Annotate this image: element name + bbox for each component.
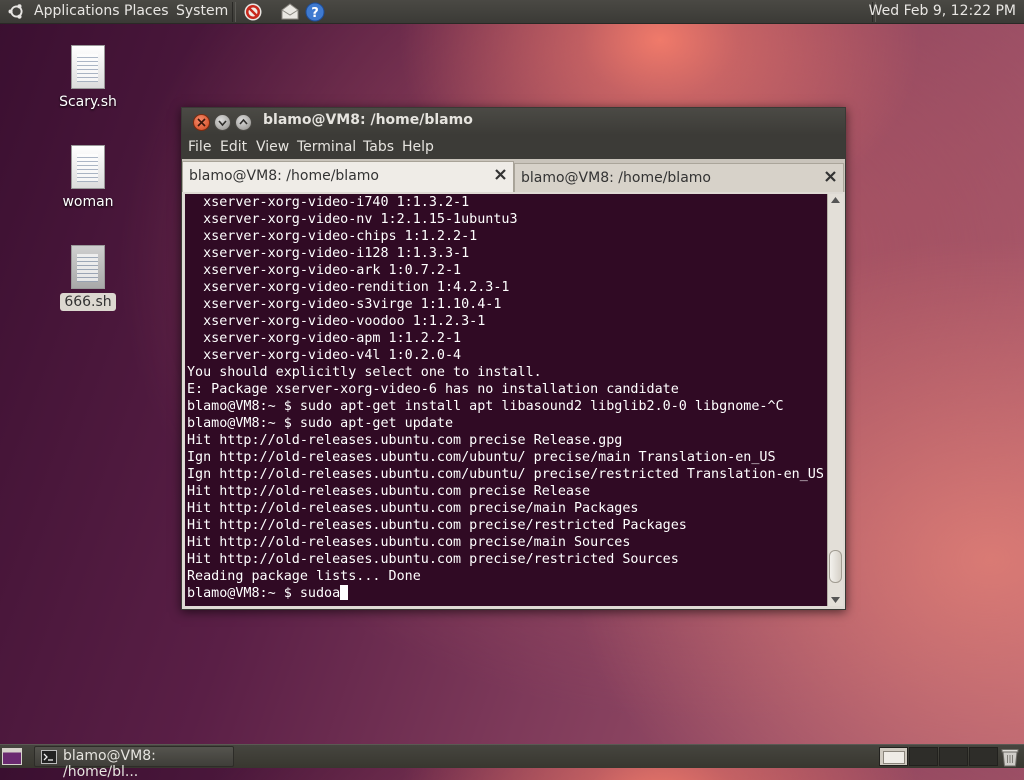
close-icon[interactable] <box>824 170 837 183</box>
terminal-line: xserver-xorg-video-i128 1:1.3.3-1 <box>187 246 470 261</box>
text-file-icon <box>71 145 105 189</box>
terminal-line: blamo@VM8:~ $ sudo apt-get update <box>187 416 454 431</box>
taskbar-terminal-button[interactable]: blamo@VM8: /home/bl... <box>34 746 234 780</box>
menu-view[interactable]: View <box>256 139 289 155</box>
terminal-line: xserver-xorg-video-rendition 1:4.2.3-1 <box>187 280 510 295</box>
desktop-icon-label: Scary.sh <box>59 94 117 110</box>
terminal-line: Hit http://old-releases.ubuntu.com preci… <box>187 484 591 499</box>
taskbar-label: blamo@VM8: /home/bl... <box>63 748 156 780</box>
terminal-line: You should explicitly select one to inst… <box>187 365 542 380</box>
menubar: File Edit View Terminal Tabs Help <box>182 135 845 159</box>
terminal-line: xserver-xorg-video-i740 1:1.3.2-1 <box>187 195 470 210</box>
show-desktop-icon[interactable] <box>2 748 22 765</box>
terminal-line: E: Package xserver-xorg-video-6 has no i… <box>187 382 679 397</box>
terminal-line: xserver-xorg-video-apm 1:1.2.2-1 <box>187 331 462 346</box>
close-icon[interactable] <box>494 168 507 181</box>
desktop-icon-label: woman <box>62 194 114 210</box>
workspace-3[interactable] <box>939 747 968 766</box>
terminal-line: xserver-xorg-video-ark 1:0.7.2-1 <box>187 263 462 278</box>
desktop-icon-scary-sh[interactable]: Scary.sh <box>53 45 123 111</box>
terminal-line: Reading package lists... Done <box>187 569 421 584</box>
close-icon <box>197 118 206 127</box>
no-entry-icon[interactable] <box>243 2 263 22</box>
menu-file[interactable]: File <box>188 139 211 155</box>
menu-terminal[interactable]: Terminal <box>297 139 356 155</box>
bottom-panel: blamo@VM8: /home/bl... <box>0 744 1024 780</box>
scroll-down-arrow-icon[interactable] <box>831 597 840 603</box>
chevron-down-icon <box>218 120 227 127</box>
clock[interactable]: Wed Feb 9, 12:22 PM <box>869 0 1016 24</box>
terminal-prompt-line: blamo@VM8:~ $ sudoa <box>187 585 824 602</box>
svg-text:?: ? <box>311 6 319 21</box>
workspace-4[interactable] <box>969 747 998 766</box>
terminal-line: xserver-xorg-video-v4l 1:0.2.0-4 <box>187 348 462 363</box>
menu-help[interactable]: Help <box>402 139 434 155</box>
terminal-line: xserver-xorg-video-chips 1:1.2.2-1 <box>187 229 478 244</box>
menu-applications[interactable]: Applications <box>34 0 120 24</box>
top-panel: Applications Places System ? Wed Feb 9, … <box>0 0 1024 24</box>
window-titlebar[interactable]: blamo@VM8: /home/blamo <box>182 108 845 135</box>
terminal-line: Hit http://old-releases.ubuntu.com preci… <box>187 518 687 533</box>
text-file-icon <box>71 45 105 89</box>
desktop-icon-666-sh[interactable]: 666.sh <box>53 245 123 311</box>
terminal-line: blamo@VM8:~ $ sudo apt-get install apt l… <box>187 399 784 414</box>
tab-label: blamo@VM8: /home/blamo <box>521 170 711 186</box>
terminal-prompt-text: blamo@VM8:~ $ sudoa <box>187 586 341 601</box>
terminal-line: xserver-xorg-video-nv 1:2.1.15-1ubuntu3 <box>187 212 518 227</box>
menu-system[interactable]: System <box>176 0 228 24</box>
terminal-lines: xserver-xorg-video-i740 1:1.3.2-1 xserve… <box>187 194 824 602</box>
terminal-line: Hit http://old-releases.ubuntu.com preci… <box>187 535 631 550</box>
mail-icon[interactable] <box>280 2 300 22</box>
desktop-icon-woman[interactable]: woman <box>53 145 123 211</box>
close-button[interactable] <box>193 114 210 131</box>
trash-icon[interactable] <box>1000 747 1020 767</box>
text-cursor <box>340 585 349 600</box>
scroll-up-arrow-icon[interactable] <box>831 197 840 203</box>
tab-label: blamo@VM8: /home/blamo <box>189 168 379 184</box>
menu-places[interactable]: Places <box>124 0 169 24</box>
script-file-icon <box>71 245 105 289</box>
workspace-1[interactable] <box>879 747 908 766</box>
terminal-line: Ign http://old-releases.ubuntu.com/ubunt… <box>187 467 824 482</box>
tab-terminal-1[interactable]: blamo@VM8: /home/blamo <box>182 161 514 192</box>
tab-bar: blamo@VM8: /home/blamo blamo@VM8: /home/… <box>182 159 845 192</box>
terminal-icon <box>41 750 57 764</box>
tab-terminal-2[interactable]: blamo@VM8: /home/blamo <box>514 163 844 192</box>
menu-tabs[interactable]: Tabs <box>363 139 394 155</box>
vertical-scrollbar[interactable] <box>827 194 843 606</box>
terminal-line: Ign http://old-releases.ubuntu.com/ubunt… <box>187 450 776 465</box>
terminal-line: Hit http://old-releases.ubuntu.com preci… <box>187 552 679 567</box>
chevron-up-icon <box>239 118 248 125</box>
panel-separator <box>232 2 236 22</box>
desktop-icon-label: 666.sh <box>60 293 116 311</box>
workspace-2[interactable] <box>909 747 938 766</box>
workspace-window-preview <box>883 751 905 764</box>
terminal-line: xserver-xorg-video-voodoo 1:1.2.3-1 <box>187 314 486 329</box>
menu-edit[interactable]: Edit <box>220 139 247 155</box>
minimize-button[interactable] <box>214 114 231 131</box>
terminal-line: Hit http://old-releases.ubuntu.com preci… <box>187 433 623 448</box>
terminal-line: xserver-xorg-video-s3virge 1:1.10.4-1 <box>187 297 502 312</box>
scroll-thumb[interactable] <box>829 550 842 583</box>
terminal-line: Hit http://old-releases.ubuntu.com preci… <box>187 501 639 516</box>
terminal-output[interactable]: xserver-xorg-video-i740 1:1.3.2-1 xserve… <box>185 194 827 606</box>
terminal-window[interactable]: blamo@VM8: /home/blamo File Edit View Te… <box>181 107 846 610</box>
maximize-button[interactable] <box>235 114 252 131</box>
window-title: blamo@VM8: /home/blamo <box>263 112 473 128</box>
help-icon[interactable]: ? <box>305 2 325 22</box>
ubuntu-logo-icon[interactable] <box>8 3 25 20</box>
